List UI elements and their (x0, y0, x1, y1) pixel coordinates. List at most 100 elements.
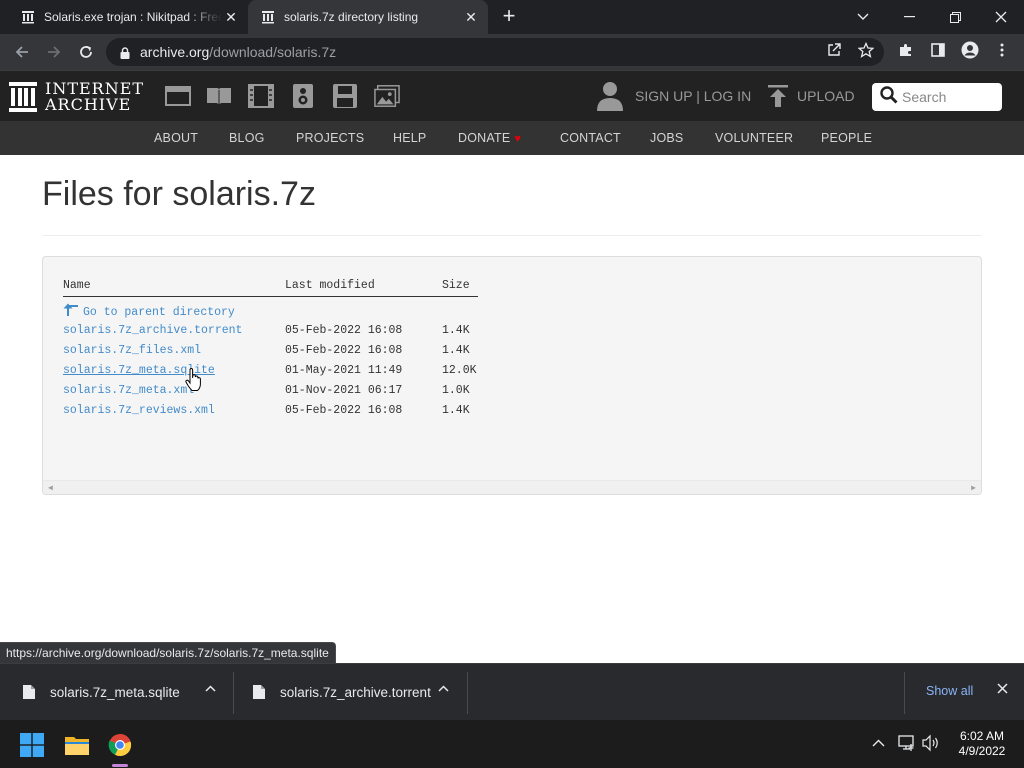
archive-favicon-icon (260, 9, 276, 25)
file-link[interactable]: solaris.7z_reviews.xml (63, 404, 215, 417)
ia-logo-text: INTERNET ARCHIVE (45, 79, 145, 114)
file-icon (23, 685, 35, 699)
file-size: 1.0K (442, 384, 470, 397)
file-modified: 01-Nov-2021 06:17 (285, 384, 403, 397)
tab-title: Solaris.exe trojan : Nikitpad : Free (44, 10, 222, 24)
bookmark-star-icon[interactable] (856, 40, 876, 60)
active-app-indicator (112, 764, 128, 767)
file-size: 1.4K (442, 344, 470, 357)
search-input[interactable] (902, 89, 992, 105)
extensions-puzzle-icon[interactable] (896, 40, 916, 60)
ia-search-box[interactable] (872, 83, 1002, 111)
file-link[interactable]: solaris.7z_meta.xml (63, 384, 194, 397)
upload-link[interactable]: UPLOAD (797, 88, 855, 104)
upload-icon[interactable] (768, 85, 788, 112)
show-all-downloads-button[interactable]: Show all (926, 684, 973, 698)
nav-volunteer[interactable]: VOLUNTEER (715, 131, 793, 145)
video-icon[interactable] (248, 83, 274, 109)
column-header-size: Size (442, 279, 470, 292)
scroll-left-icon[interactable]: ◀ (48, 483, 53, 493)
clock-date: 4/9/2022 (958, 744, 1006, 758)
file-size: 1.4K (442, 404, 470, 417)
audio-icon[interactable] (290, 83, 316, 109)
tab-nikitpad[interactable]: Solaris.exe trojan : Nikitpad : Free ✕ (8, 0, 248, 34)
images-icon[interactable] (374, 83, 400, 109)
chevron-up-icon[interactable] (205, 685, 216, 692)
web-icon[interactable] (165, 83, 191, 109)
close-window-icon[interactable] (978, 0, 1024, 34)
browser-tab-strip: Solaris.exe trojan : Nikitpad : Free ✕ s… (0, 0, 1024, 34)
user-icon[interactable] (596, 81, 624, 116)
tab-close-icon[interactable]: ✕ (462, 8, 480, 26)
chrome-icon[interactable] (103, 728, 137, 762)
nav-help[interactable]: HELP (393, 131, 426, 145)
nav-contact[interactable]: CONTACT (560, 131, 621, 145)
nav-people[interactable]: PEOPLE (821, 131, 872, 145)
file-icon (253, 685, 265, 699)
divider (904, 672, 905, 714)
divider (42, 235, 982, 236)
divider (233, 672, 234, 714)
tab-directory-listing[interactable]: solaris.7z directory listing ✕ (248, 0, 488, 34)
tab-close-icon[interactable]: ✕ (222, 8, 240, 26)
back-icon[interactable] (9, 39, 35, 65)
parent-directory-icon (63, 303, 79, 317)
windows-start-icon[interactable] (15, 728, 49, 762)
parent-directory-link[interactable]: Go to parent directory (63, 303, 235, 319)
side-panel-icon[interactable] (928, 40, 948, 60)
file-size: 12.0K (442, 364, 477, 377)
file-link-hovered[interactable]: solaris.7z_meta.sqlite (63, 364, 215, 377)
download-filename: solaris.7z_meta.sqlite (50, 684, 180, 700)
address-bar[interactable]: archive.org/download/solaris.7z (106, 38, 884, 66)
lock-icon (120, 46, 130, 59)
search-icon (880, 85, 898, 109)
scroll-right-icon[interactable]: ▶ (971, 483, 976, 493)
nav-projects[interactable]: PROJECTS (296, 131, 364, 145)
restore-icon[interactable] (932, 0, 978, 34)
chevron-up-icon[interactable] (872, 739, 885, 747)
network-icon[interactable] (898, 734, 916, 752)
download-filename: solaris.7z_archive.torrent (280, 684, 431, 700)
forward-icon[interactable] (41, 39, 67, 65)
file-link[interactable]: solaris.7z_archive.torrent (63, 324, 242, 337)
file-modified: 05-Feb-2022 16:08 (285, 324, 403, 337)
sign-up-login-link[interactable]: SIGN UP | LOG IN (635, 88, 751, 104)
archive-favicon-icon (20, 9, 36, 25)
close-icon[interactable] (997, 683, 1008, 694)
ia-nav-bar: ABOUT BLOG PROJECTS HELP DONATE ♥ CONTACT… (0, 121, 1024, 155)
system-clock[interactable]: 6:02 AM 4/9/2022 (950, 729, 1014, 759)
file-explorer-icon[interactable] (60, 728, 94, 762)
profile-avatar-icon[interactable] (960, 40, 980, 60)
share-icon[interactable] (824, 40, 844, 60)
file-size: 1.4K (442, 324, 470, 337)
nav-donate[interactable]: DONATE ♥ (458, 131, 521, 145)
ia-logo[interactable]: INTERNET ARCHIVE (9, 81, 144, 113)
heart-icon: ♥ (514, 133, 522, 145)
file-modified: 05-Feb-2022 16:08 (285, 344, 403, 357)
browser-toolbar: archive.org/download/solaris.7z (0, 34, 1024, 70)
file-modified: 01-May-2021 11:49 (285, 364, 403, 377)
download-item[interactable]: solaris.7z_meta.sqlite (22, 664, 227, 720)
ia-building-icon (9, 82, 37, 112)
chevron-up-icon[interactable] (438, 685, 449, 692)
column-header-modified: Last modified (285, 279, 375, 292)
link-hover-status: https://archive.org/download/solaris.7z/… (0, 642, 336, 663)
nav-blog[interactable]: BLOG (229, 131, 265, 145)
volume-icon[interactable] (922, 734, 940, 752)
downloads-shelf: solaris.7z_meta.sqlite solaris.7z_archiv… (0, 663, 1024, 720)
chrome-menu-icon[interactable] (992, 40, 1012, 60)
software-icon[interactable] (332, 83, 358, 109)
horizontal-scrollbar[interactable]: ◀ ▶ (43, 480, 981, 494)
tab-search-chevron-icon[interactable] (840, 0, 886, 34)
new-tab-button[interactable]: + (498, 5, 520, 28)
file-link[interactable]: solaris.7z_files.xml (63, 344, 201, 357)
clock-time: 6:02 AM (959, 729, 1005, 743)
header-underline (63, 296, 478, 297)
minimize-icon[interactable] (886, 0, 932, 34)
reload-icon[interactable] (73, 39, 99, 65)
nav-about[interactable]: ABOUT (154, 131, 198, 145)
column-header-name: Name (63, 279, 91, 292)
nav-jobs[interactable]: JOBS (650, 131, 683, 145)
texts-icon[interactable] (206, 83, 232, 109)
download-item[interactable]: solaris.7z_archive.torrent (252, 664, 457, 720)
